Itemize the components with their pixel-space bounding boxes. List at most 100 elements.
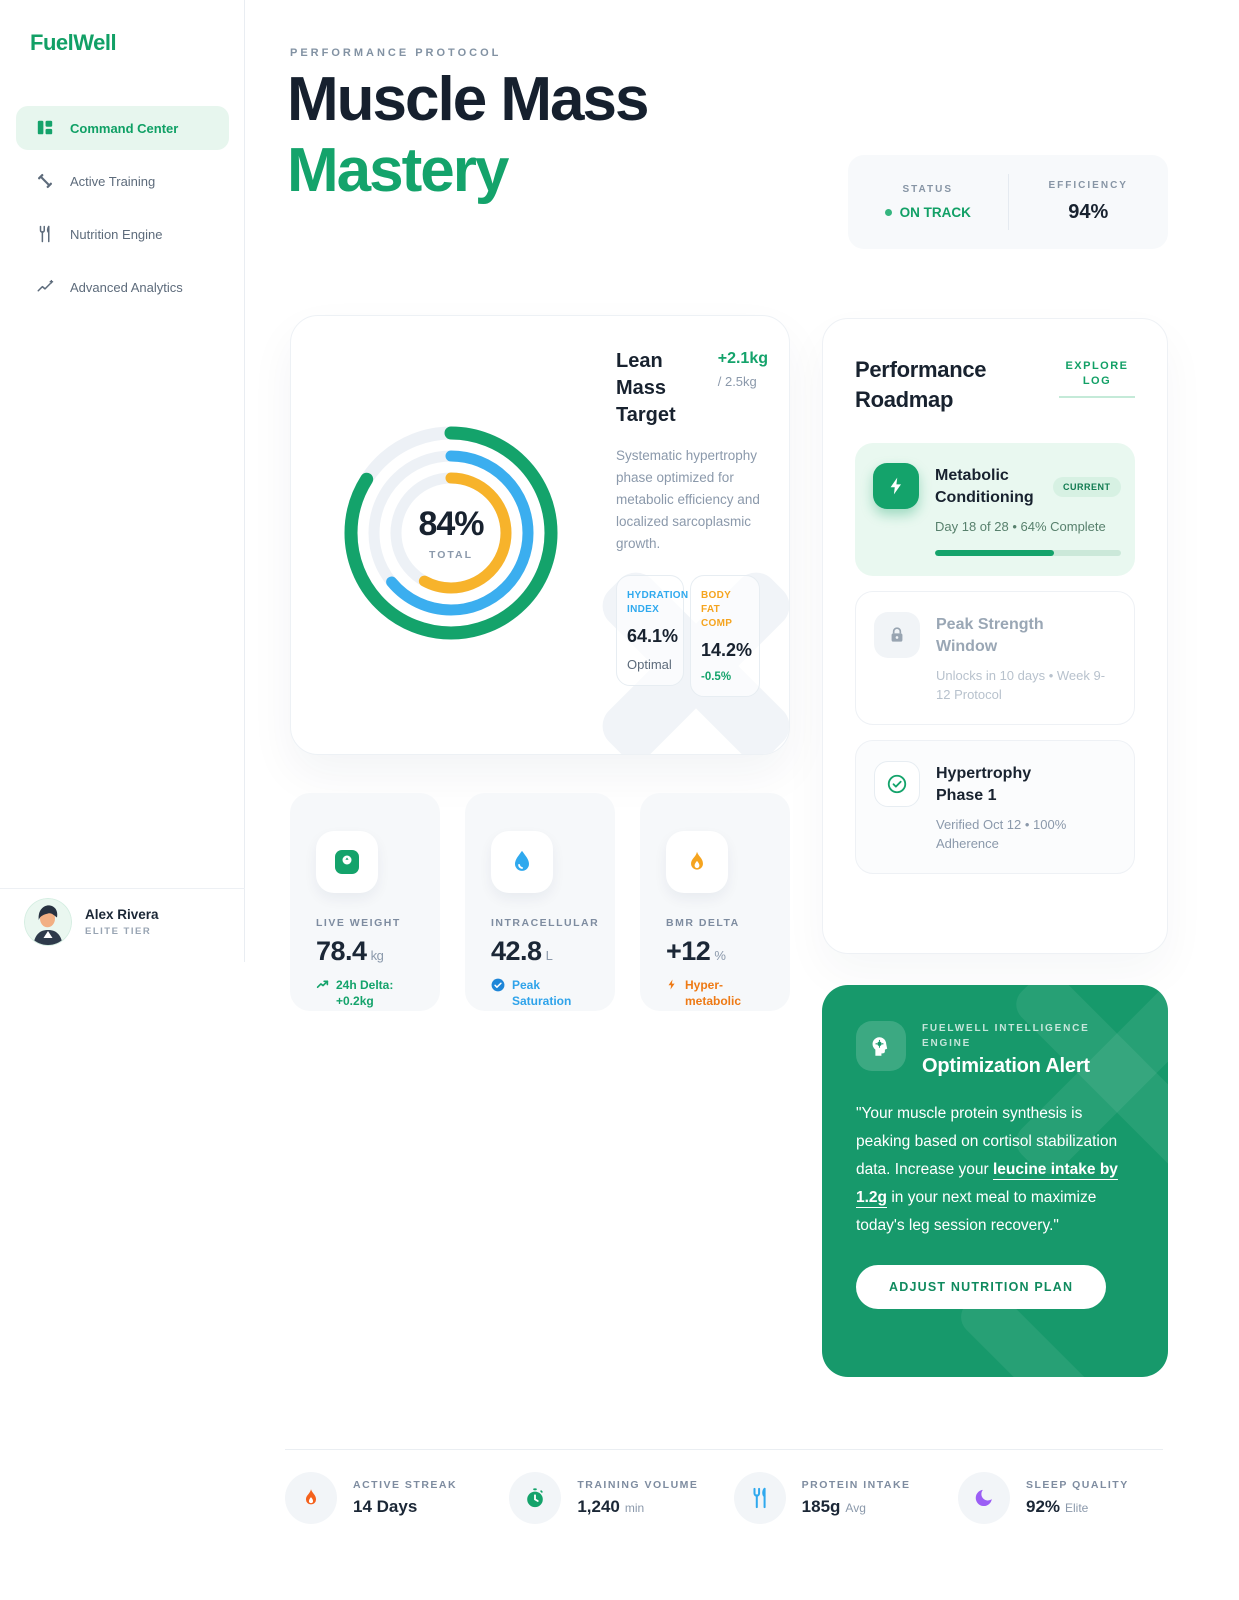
utensils-icon — [733, 1472, 786, 1524]
lightning-icon — [873, 463, 919, 509]
stat-active-streak: ACTIVE STREAK 14 Days — [285, 1472, 490, 1524]
check-circle-icon — [491, 978, 505, 1009]
sidebar-item-command-center[interactable]: Command Center — [16, 106, 229, 150]
sidebar-item-label: Command Center — [70, 120, 179, 136]
optimization-alert-card: FUELWELL INTELLIGENCE ENGINE Optimizatio… — [822, 985, 1168, 1377]
hydration-index-box: HYDRATION INDEX 64.1% Optimal — [616, 575, 689, 686]
hydration-label: HYDRATION INDEX — [627, 590, 689, 615]
sidebar-item-advanced-analytics[interactable]: Advanced Analytics — [16, 265, 229, 309]
sidebar-item-label: Nutrition Engine — [70, 226, 163, 242]
sidebar: FuelWell Command Center Active Training … — [0, 0, 245, 962]
avatar — [24, 898, 72, 946]
sidebar-nav: Command Center Active Training Nutrition… — [16, 106, 229, 318]
flame-icon — [666, 831, 728, 893]
bmr-delta-card: BMR DELTA +12% Hyper-metabolic — [640, 793, 790, 1011]
performance-roadmap: Performance Roadmap EXPLORE LOG Metaboli… — [822, 318, 1168, 954]
metric-label: INTRACELLULAR — [491, 917, 600, 929]
fuelwell-dashboard: FuelWell Command Center Active Training … — [0, 0, 1239, 1600]
roadmap-item-subtitle: Unlocks in 10 days • Week 9-12 Protocol — [936, 668, 1106, 702]
roadmap-item-title: Metabolic Conditioning — [935, 467, 1034, 506]
lock-icon — [874, 612, 920, 658]
body-fat-label: BODY FAT COMP — [701, 590, 733, 629]
roadmap-item-subtitle: Verified Oct 12 • 100% Adherence — [936, 817, 1067, 851]
profile-meta: Alex Rivera ELITE TIER — [85, 907, 159, 937]
efficiency-label: EFFICIENCY — [1048, 180, 1128, 191]
stat-value: 92% Elite — [1025, 1497, 1089, 1516]
ring-center: 84% TOTAL — [336, 418, 566, 648]
alert-message: "Your muscle protein synthesis is peakin… — [856, 1105, 1118, 1234]
roadmap-item-title: Peak Strength Window — [936, 616, 1044, 655]
grid-icon — [36, 119, 54, 137]
utensils-icon — [36, 225, 54, 243]
status-value: ON TRACK — [884, 205, 971, 220]
dumbbell-icon — [36, 172, 54, 190]
metric-label: LIVE WEIGHT — [316, 917, 401, 929]
lean-mass-card: 84% TOTAL Lean Mass Target +2.1kg / 2.5k… — [290, 315, 790, 755]
stat-label: PROTEIN INTAKE — [801, 1479, 911, 1491]
target-description: Systematic hypertrophy phase optimized f… — [616, 448, 760, 551]
body-fat-note: -0.5% — [701, 671, 732, 683]
stat-training-volume: TRAINING VOLUME 1,240 min — [509, 1472, 714, 1524]
hydration-note: Optimal — [627, 657, 672, 672]
metric-unit: % — [714, 948, 726, 963]
roadmap-title: Performance Roadmap — [855, 357, 987, 412]
profile-name: Alex Rivera — [85, 907, 159, 922]
flame-icon — [285, 1472, 337, 1524]
footer-divider — [285, 1449, 1163, 1450]
efficiency-column: EFFICIENCY 94% — [1009, 180, 1169, 224]
efficiency-value: 94% — [1068, 201, 1109, 223]
roadmap-item-hypertrophy-phase-1[interactable]: Hypertrophy Phase 1 Verified Oct 12 • 10… — [855, 740, 1135, 874]
stat-label: TRAINING VOLUME — [577, 1479, 699, 1491]
alert-title: Optimization Alert — [922, 1055, 1090, 1077]
metric-unit: L — [545, 948, 553, 963]
target-title: Lean Mass Target — [616, 350, 676, 426]
page-title-line2: Mastery — [287, 136, 509, 205]
total-percent: 84% — [418, 505, 484, 543]
footer-stats: ACTIVE STREAK 14 Days TRAINING VOLUME 1,… — [285, 1472, 1163, 1524]
trend-up-icon — [316, 978, 329, 1009]
sidebar-item-nutrition-engine[interactable]: Nutrition Engine — [16, 212, 229, 256]
body-fat-box: BODY FAT COMP 14.2% -0.5% — [690, 575, 760, 697]
stat-value: 14 Days — [353, 1497, 418, 1516]
brand-logo: FuelWell — [30, 30, 117, 55]
stat-protein-intake: PROTEIN INTAKE 185g Avg — [733, 1472, 939, 1524]
hydration-value: 64.1% — [627, 626, 679, 646]
profile[interactable]: Alex Rivera ELITE TIER — [24, 898, 159, 946]
explore-log-link[interactable]: EXPLORE LOG — [1059, 359, 1135, 398]
status-column: STATUS ON TRACK — [848, 184, 1008, 220]
scale-icon — [316, 831, 378, 893]
stat-label: SLEEP QUALITY — [1025, 1479, 1129, 1491]
target-goal: / 2.5kg — [717, 374, 757, 389]
moon-icon — [957, 1472, 1010, 1524]
analytics-icon — [36, 278, 54, 296]
profile-tier: ELITE TIER — [85, 926, 152, 937]
lean-mass-details: Lean Mass Target +2.1kg / 2.5kg Systemat… — [616, 348, 768, 697]
metric-label: BMR DELTA — [666, 917, 740, 929]
live-weight-card: LIVE WEIGHT 78.4 kg 24h Delta: +0.2kg — [290, 793, 440, 1011]
roadmap-item-subtitle: Day 18 of 28 • 64% Complete — [935, 519, 1106, 534]
stat-value: 1,240 min — [577, 1497, 645, 1516]
adjust-nutrition-button[interactable]: ADJUST NUTRITION PLAN — [856, 1265, 1107, 1309]
stopwatch-icon — [509, 1472, 562, 1524]
target-delta: +2.1kg — [717, 350, 768, 367]
metric-value: 42.8 L — [491, 936, 553, 966]
sidebar-item-label: Advanced Analytics — [70, 279, 183, 295]
sidebar-item-active-training[interactable]: Active Training — [16, 159, 229, 203]
metric-value: +12% — [666, 936, 726, 966]
ai-head-icon — [856, 1021, 906, 1071]
status-label: STATUS — [902, 184, 953, 195]
sidebar-divider — [0, 888, 245, 889]
page-eyebrow: PERFORMANCE PROTOCOL — [290, 47, 502, 59]
metric-value: 78.4 kg — [316, 936, 384, 966]
hero-stat-boxes: HYDRATION INDEX 64.1% Optimal BODY FAT C… — [616, 575, 768, 697]
status-dot-icon — [884, 209, 892, 216]
stat-value: 185g Avg — [801, 1497, 866, 1516]
metric-note: 24h Delta: +0.2kg — [316, 977, 416, 1009]
metric-note: Hyper-metabolic — [666, 977, 766, 1009]
progress-bar-fill — [935, 550, 1054, 556]
roadmap-item-metabolic-conditioning[interactable]: Metabolic Conditioning CURRENT Day 18 of… — [855, 443, 1135, 576]
roadmap-item-title: Hypertrophy Phase 1 — [936, 765, 1032, 804]
total-label: TOTAL — [428, 549, 474, 561]
metric-unit: kg — [370, 948, 384, 963]
roadmap-item-peak-strength[interactable]: Peak Strength Window Unlocks in 10 days … — [855, 591, 1135, 725]
